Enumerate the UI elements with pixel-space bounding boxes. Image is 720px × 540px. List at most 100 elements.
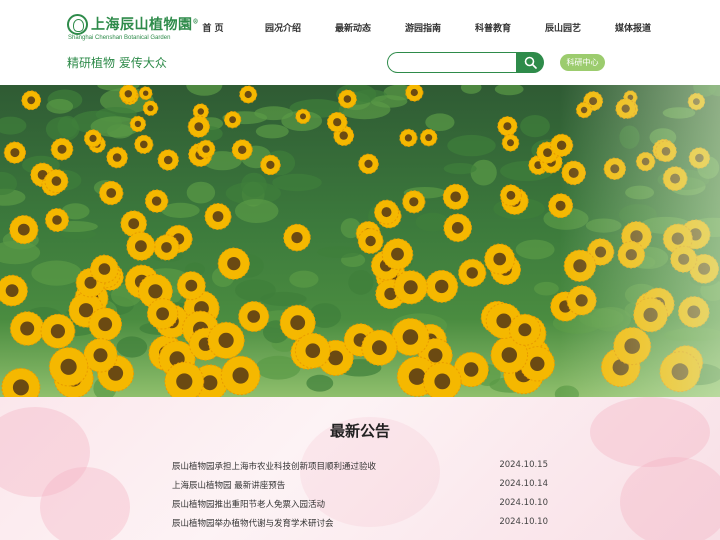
leaf-shape [46,98,74,114]
sunflower-shape [508,313,541,346]
list-item[interactable]: 辰山植物园推出重阳节老人免票入园活动 2024.10.10 [172,495,548,514]
logo-english-name: Shanghai Chenshan Botanical Garden [68,35,171,41]
sunflower-shape [381,238,414,270]
notice-link[interactable]: 上海辰山植物园 最新讲座预告 [172,479,285,491]
hero-light-overlay [560,85,720,397]
leaf-shape [186,85,223,96]
sunflower-shape [45,208,69,232]
sunflower-shape [196,139,216,159]
leaf-shape [348,270,374,295]
decorative-petal [620,457,720,540]
leaf-shape [443,163,477,175]
logo-emblem-icon [67,14,88,35]
notice-link[interactable]: 辰山植物园举办植物代谢与发育学术研讨会 [172,517,334,529]
nav-item-home[interactable]: 首 页 [178,20,248,38]
sunflower-shape [0,274,28,307]
sunflower-shape [442,183,469,210]
leaf-shape [234,199,279,223]
sunflower-shape [220,355,261,396]
sunflower-shape [283,223,311,252]
sunflower-shape [374,199,399,225]
notice-date: 2024.10.10 [499,498,548,508]
leaf-shape [317,246,362,258]
leaf-shape [186,181,216,204]
sunflower-shape [44,169,69,194]
sunflower-shape [50,137,74,161]
nav-item-media[interactable]: 媒体报道 [598,20,668,38]
notice-link[interactable]: 辰山植物园承担上海市农业科技创新项目顺利通过验收 [172,460,376,472]
list-item[interactable]: 辰山植物园举办植物代谢与发育学术研讨会 2024.10.10 [172,514,548,533]
sunflower-shape [497,116,518,137]
sunflower-shape [1,367,41,397]
leaf-shape [255,124,289,139]
sunflower-shape [83,129,103,148]
sunflower-shape [458,258,487,287]
leaf-shape [425,113,455,131]
sunflower-shape [146,298,179,330]
search-input[interactable] [387,52,518,73]
nav-item-news[interactable]: 最新动态 [318,20,388,38]
notice-date: 2024.10.14 [499,479,548,489]
sunflower-shape [204,203,232,230]
sunflower-shape [484,243,516,275]
search-box [387,52,544,73]
sunflower-shape [295,108,311,125]
site-slogan: 精研植物 爱传大众 [67,56,167,70]
sunflower-shape [399,128,418,148]
leaf-shape [272,173,322,192]
main-nav: 首 页 园况介绍 最新动态 游园指南 科普教育 辰山园艺 媒体报道 [178,20,668,38]
sunflower-shape [138,86,153,101]
leaf-shape [289,270,319,288]
sunflower-shape [9,215,39,245]
notice-section: 最新公告 辰山植物园承担上海市农业科技创新项目顺利通过验收 2024.10.15… [0,397,720,540]
sunflower-shape [391,318,430,356]
sunflower-shape [164,361,205,397]
sunflower-shape [294,332,331,369]
leaf-shape [235,279,276,302]
site-logo[interactable]: 上海辰山植物園® Shanghai Chenshan Botanical Gar… [67,14,199,44]
leaf-shape [460,85,482,94]
list-item[interactable]: 上海辰山植物园 最新讲座预告 2024.10.14 [172,476,548,495]
research-center-button[interactable]: 科研中心 [560,54,605,71]
sunflower-shape [231,139,253,161]
hero-banner [0,85,720,397]
nav-item-horticulture[interactable]: 辰山园艺 [528,20,598,38]
leaf-shape [447,134,496,157]
sunflower-shape [48,347,89,387]
sunflower-shape [134,134,154,155]
nav-item-about[interactable]: 园况介绍 [248,20,318,38]
notice-date: 2024.10.10 [499,517,548,527]
sunflower-shape [499,184,522,207]
sunflower-shape [223,111,242,129]
sunflower-shape [144,189,169,213]
nav-item-visitor-guide[interactable]: 游园指南 [388,20,458,38]
sunflower-shape [425,269,459,303]
search-button[interactable] [516,52,544,73]
notice-link[interactable]: 辰山植物园推出重阳节老人免票入园活动 [172,498,325,510]
sunflower-shape [9,311,45,346]
sunflower-shape [157,149,179,171]
sunflower-shape [88,307,122,341]
sunflower-shape [443,213,473,243]
sunflower-shape [361,329,398,366]
leaf-shape [494,85,524,96]
leaf-shape [520,115,550,138]
notice-title: 最新公告 [329,422,390,440]
sunflower-shape [187,115,210,138]
sunflower-shape [419,128,438,147]
sunflower-shape [129,115,147,133]
sunflower-shape [337,89,357,109]
site-header: 上海辰山植物園® Shanghai Chenshan Botanical Gar… [0,0,720,85]
sunflower-shape [126,231,156,261]
search-icon [524,56,537,69]
sunflower-shape [83,338,118,373]
sunflower-shape [40,313,76,349]
sunflower-shape [99,180,124,206]
sunflower-shape [501,134,520,152]
leaf-shape [0,116,27,135]
decorative-petal [40,467,130,540]
leaf-shape [31,260,82,286]
list-item[interactable]: 辰山植物园承担上海市农业科技创新项目顺利通过验收 2024.10.15 [172,457,548,476]
sunflower-shape [239,85,258,104]
nav-item-education[interactable]: 科普教育 [458,20,528,38]
